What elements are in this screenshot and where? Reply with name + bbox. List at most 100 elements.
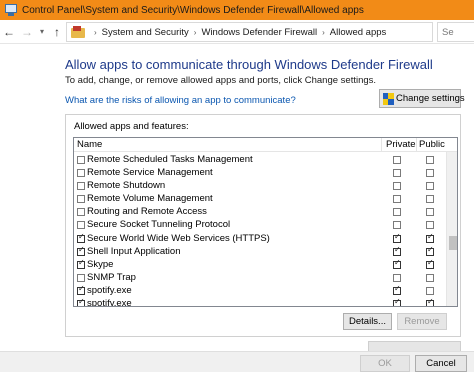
allow-another-app-button[interactable] [368,341,461,351]
arrow-up-icon[interactable]: ↑ [48,22,66,42]
private-checkbox[interactable] [393,273,401,282]
app-enabled-checkbox[interactable] [77,208,85,217]
uac-shield-icon [383,92,394,105]
public-checkbox[interactable] [426,273,434,282]
private-checkbox[interactable] [393,208,401,217]
app-enabled-checkbox[interactable] [77,258,85,269]
dialog-footer: OK Cancel [0,351,474,372]
column-header-name[interactable]: Name [77,139,102,152]
rows-container: Remote Scheduled Tasks Management Remote … [74,153,446,307]
app-name: Skype [87,258,114,270]
control-panel-icon [5,4,17,16]
app-name: Remote Scheduled Tasks Management [87,154,253,165]
table-row[interactable]: Skype [74,258,446,271]
address-bar: ← → ▾ ↑ › System and Security › Windows … [0,20,474,44]
app-name: Secure World Wide Web Services (HTTPS) [87,232,270,244]
chevron-right-icon[interactable]: › [322,28,325,37]
column-header-public[interactable]: Public [419,139,445,152]
app-enabled-checkbox[interactable] [77,221,85,230]
page-title: Allow apps to communicate through Window… [65,57,433,72]
table-row[interactable]: Secure World Wide Web Services (HTTPS) [74,232,446,245]
private-checkbox[interactable] [393,245,401,256]
ok-button[interactable]: OK [360,355,410,372]
change-settings-label: Change settings [396,93,465,104]
vertical-scrollbar[interactable] [446,152,457,306]
group-label: Allowed apps and features: [74,121,189,132]
breadcrumb-allowed-apps[interactable]: Allowed apps [330,27,387,38]
private-checkbox[interactable] [393,297,401,306]
public-checkbox[interactable] [426,232,434,243]
app-enabled-checkbox[interactable] [77,245,85,256]
app-enabled-checkbox[interactable] [77,182,85,191]
public-checkbox[interactable] [426,286,434,295]
app-name: Routing and Remote Access [87,206,207,218]
app-name: Remote Volume Management [87,193,213,205]
private-checkbox[interactable] [393,221,401,230]
chevron-down-icon[interactable]: ▾ [36,22,48,42]
private-checkbox[interactable] [393,284,401,295]
list-header: Name Private Public [74,138,457,152]
remove-button[interactable]: Remove [397,313,447,330]
public-checkbox[interactable] [426,221,434,230]
change-settings-button[interactable]: Change settings [379,89,465,108]
table-row[interactable]: Remote Scheduled Tasks Management [74,153,446,166]
app-name: Remote Service Management [87,167,213,179]
breadcrumb-system-and-security[interactable]: System and Security [102,27,189,38]
app-name: SNMP Trap [87,271,136,283]
private-checkbox[interactable] [393,258,401,269]
table-row[interactable]: Shell Input Application [74,245,446,258]
apps-list: Name Private Public Remote Scheduled Tas… [73,137,458,307]
app-enabled-checkbox[interactable] [77,232,85,243]
table-row[interactable]: Remote Volume Management [74,192,446,205]
column-header-private[interactable]: Private [386,139,416,152]
app-name: Shell Input Application [87,245,181,257]
app-name: spotify.exe [87,284,132,296]
public-checkbox[interactable] [426,156,434,164]
allowed-apps-group: Allowed apps and features: Name Private … [65,114,461,337]
app-enabled-checkbox[interactable] [77,156,85,164]
allowed-apps-window: Control Panel\System and Security\Window… [0,0,474,372]
table-row[interactable]: spotify.exe [74,297,446,307]
public-checkbox[interactable] [426,169,434,178]
app-name: Secure Socket Tunneling Protocol [87,219,231,231]
app-enabled-checkbox[interactable] [77,169,85,178]
breadcrumb-windows-defender-firewall[interactable]: Windows Defender Firewall [201,27,317,38]
public-checkbox[interactable] [426,182,434,191]
app-enabled-checkbox[interactable] [77,284,85,295]
arrow-left-icon[interactable]: ← [0,22,18,42]
app-enabled-checkbox[interactable] [77,195,85,204]
details-button[interactable]: Details... [343,313,392,330]
public-checkbox[interactable] [426,245,434,256]
chevron-right-icon[interactable]: › [194,28,197,37]
window-title: Control Panel\System and Security\Window… [22,4,364,16]
public-checkbox[interactable] [426,208,434,217]
private-checkbox[interactable] [393,232,401,243]
table-row[interactable]: Secure Socket Tunneling Protocol [74,218,446,231]
app-enabled-checkbox[interactable] [77,297,85,306]
cancel-button[interactable]: Cancel [415,355,467,372]
search-input[interactable]: Se [437,22,474,42]
table-row[interactable]: Remote Shutdown [74,179,446,192]
public-checkbox[interactable] [426,297,434,306]
private-checkbox[interactable] [393,195,401,204]
table-row[interactable]: Remote Service Management [74,166,446,179]
scroll-thumb[interactable] [449,236,457,250]
table-row[interactable]: spotify.exe [74,284,446,297]
page-description: To add, change, or remove allowed apps a… [65,75,377,86]
private-checkbox[interactable] [393,169,401,178]
app-name: Remote Shutdown [87,180,166,192]
risks-link[interactable]: What are the risks of allowing an app to… [65,95,296,106]
public-checkbox[interactable] [426,258,434,269]
chevron-right-icon[interactable]: › [94,28,97,37]
app-enabled-checkbox[interactable] [77,273,85,282]
breadcrumb[interactable]: › System and Security › Windows Defender… [66,22,433,42]
private-checkbox[interactable] [393,156,401,164]
public-checkbox[interactable] [426,195,434,204]
table-row[interactable]: SNMP Trap [74,271,446,284]
title-bar: Control Panel\System and Security\Window… [0,0,474,20]
folder-icon [71,26,85,38]
app-name: spotify.exe [87,298,132,307]
table-row[interactable]: Routing and Remote Access [74,205,446,218]
private-checkbox[interactable] [393,182,401,191]
arrow-right-icon[interactable]: → [18,22,36,42]
